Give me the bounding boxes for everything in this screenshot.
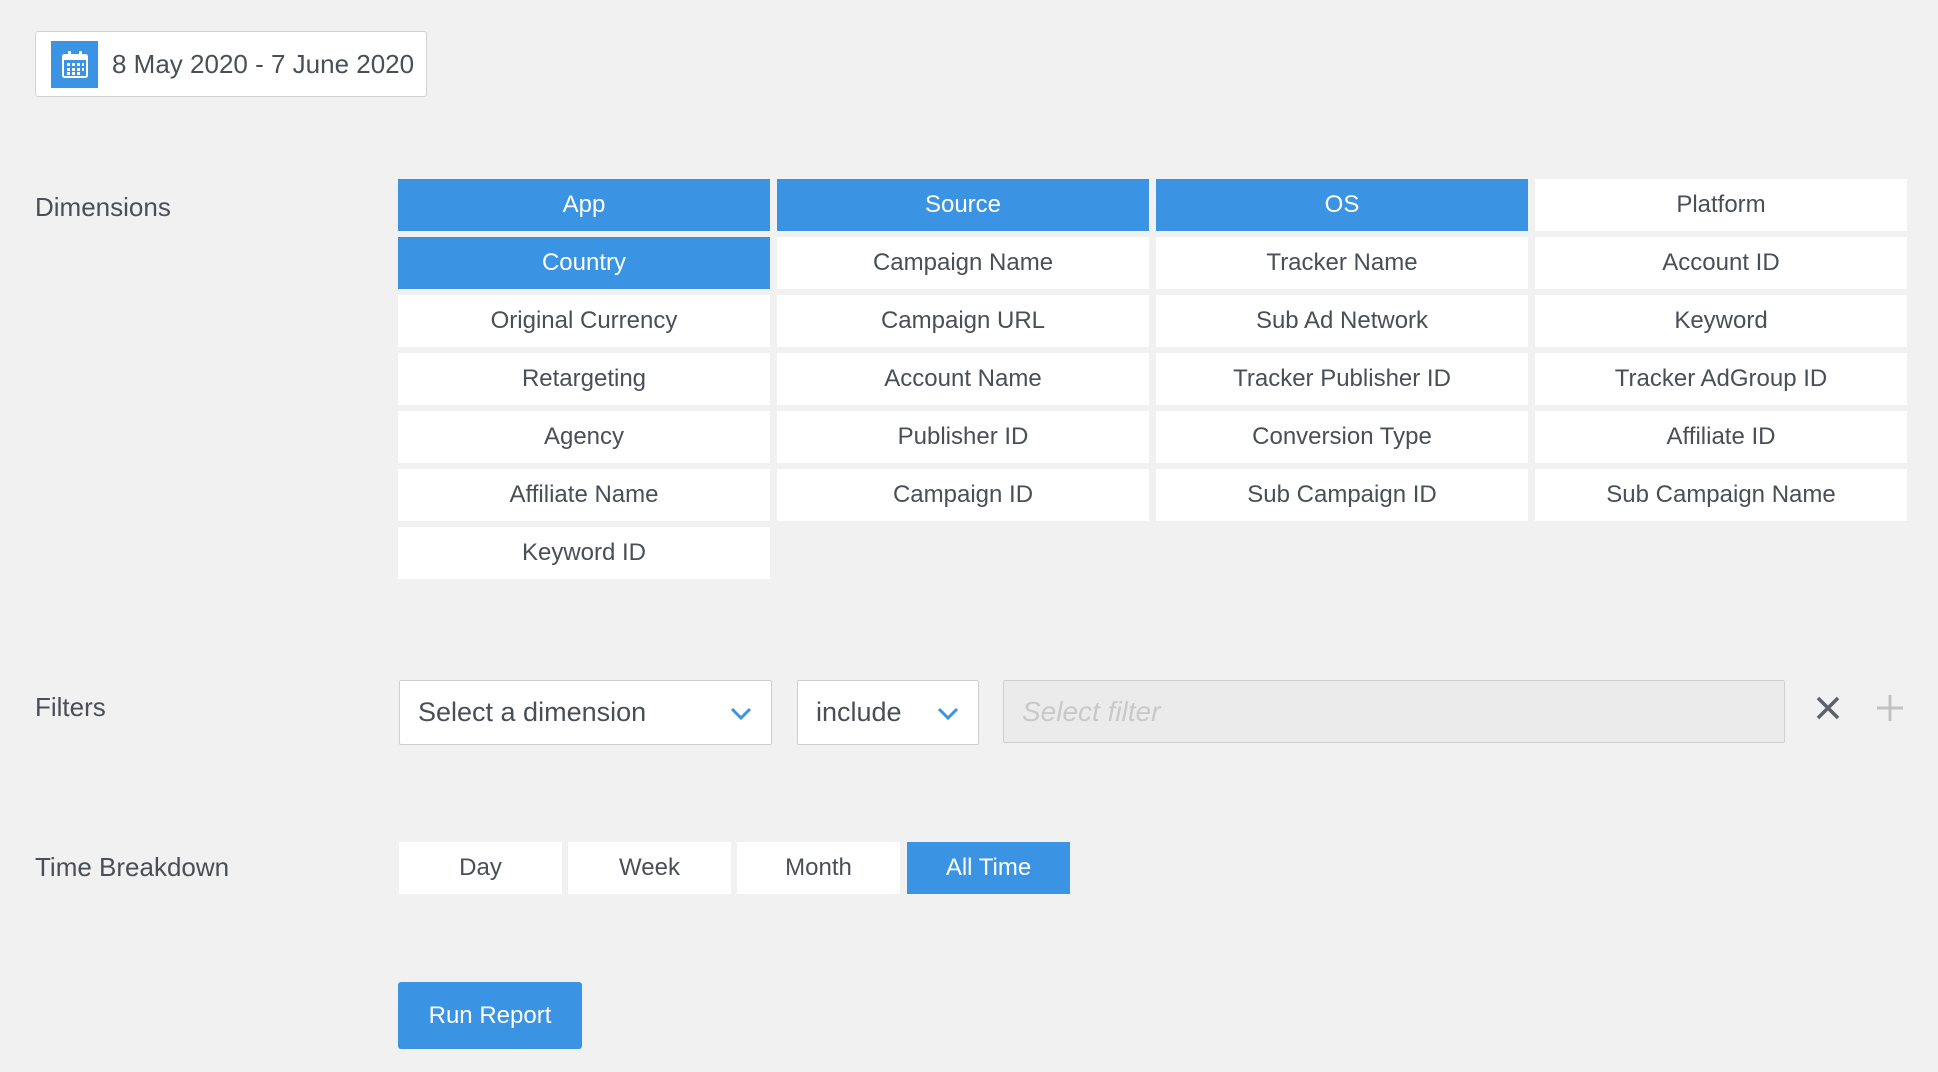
dimension-option-tracker-name[interactable]: Tracker Name — [1156, 237, 1528, 289]
date-range-label: 8 May 2020 - 7 June 2020 — [112, 48, 415, 79]
time-option-all-time[interactable]: All Time — [907, 842, 1070, 894]
dimension-option-platform[interactable]: Platform — [1535, 179, 1907, 231]
calendar-icon — [51, 40, 98, 88]
dimension-option-account-id[interactable]: Account ID — [1535, 237, 1907, 289]
filter-mode-select[interactable]: include — [797, 680, 979, 745]
dimension-option-source[interactable]: Source — [777, 179, 1149, 231]
time-option-week[interactable]: Week — [568, 842, 731, 894]
dimension-option-sub-campaign-id[interactable]: Sub Campaign ID — [1156, 469, 1528, 521]
dimension-option-keyword-id[interactable]: Keyword ID — [398, 527, 770, 579]
remove-filter-icon[interactable] — [1808, 688, 1848, 728]
dimension-option-campaign-name[interactable]: Campaign Name — [777, 237, 1149, 289]
dimension-option-campaign-id[interactable]: Campaign ID — [777, 469, 1149, 521]
dimension-option-tracker-adgroup-id[interactable]: Tracker AdGroup ID — [1535, 353, 1907, 405]
dimension-option-retargeting[interactable]: Retargeting — [398, 353, 770, 405]
dimension-option-original-currency[interactable]: Original Currency — [398, 295, 770, 347]
dimension-option-keyword[interactable]: Keyword — [1535, 295, 1907, 347]
dimension-option-sub-ad-network[interactable]: Sub Ad Network — [1156, 295, 1528, 347]
time-option-month[interactable]: Month — [737, 842, 900, 894]
dimension-option-os[interactable]: OS — [1156, 179, 1528, 231]
filter-dimension-value: Select a dimension — [418, 697, 647, 727]
dimension-option-sub-campaign-name[interactable]: Sub Campaign Name — [1535, 469, 1907, 521]
dimensions-grid: App Source OS Platform Country Campaign Name T… — [398, 179, 1908, 579]
date-range-picker[interactable]: 8 May 2020 - 7 June 2020 — [35, 31, 427, 97]
dimension-option-app[interactable]: App — [398, 179, 770, 231]
dimension-option-campaign-url[interactable]: Campaign URL — [777, 295, 1149, 347]
dimension-option-conversion-type[interactable]: Conversion Type — [1156, 411, 1528, 463]
filters-label: Filters — [35, 692, 106, 722]
filter-value-input[interactable] — [1003, 680, 1785, 743]
add-filter-icon[interactable] — [1870, 688, 1910, 728]
dimension-option-affiliate-id[interactable]: Affiliate ID — [1535, 411, 1907, 463]
dimension-option-publisher-id[interactable]: Publisher ID — [777, 411, 1149, 463]
run-report-button[interactable]: Run Report — [398, 982, 582, 1049]
chevron-down-icon — [730, 707, 752, 721]
dimension-option-country[interactable]: Country — [398, 237, 770, 289]
dimension-option-tracker-publisher-id[interactable]: Tracker Publisher ID — [1156, 353, 1528, 405]
time-breakdown-label: Time Breakdown — [35, 852, 230, 882]
chevron-down-icon — [937, 707, 959, 721]
report-builder: 8 May 2020 - 7 June 2020 Dimensions App S… — [0, 0, 1938, 1072]
dimension-option-account-name[interactable]: Account Name — [777, 353, 1149, 405]
dimension-option-affiliate-name[interactable]: Affiliate Name — [398, 469, 770, 521]
dimensions-label: Dimensions — [35, 192, 171, 222]
time-option-day[interactable]: Day — [399, 842, 562, 894]
dimension-option-agency[interactable]: Agency — [398, 411, 770, 463]
filter-dimension-select[interactable]: Select a dimension — [399, 680, 772, 745]
filter-mode-value: include — [816, 697, 902, 727]
